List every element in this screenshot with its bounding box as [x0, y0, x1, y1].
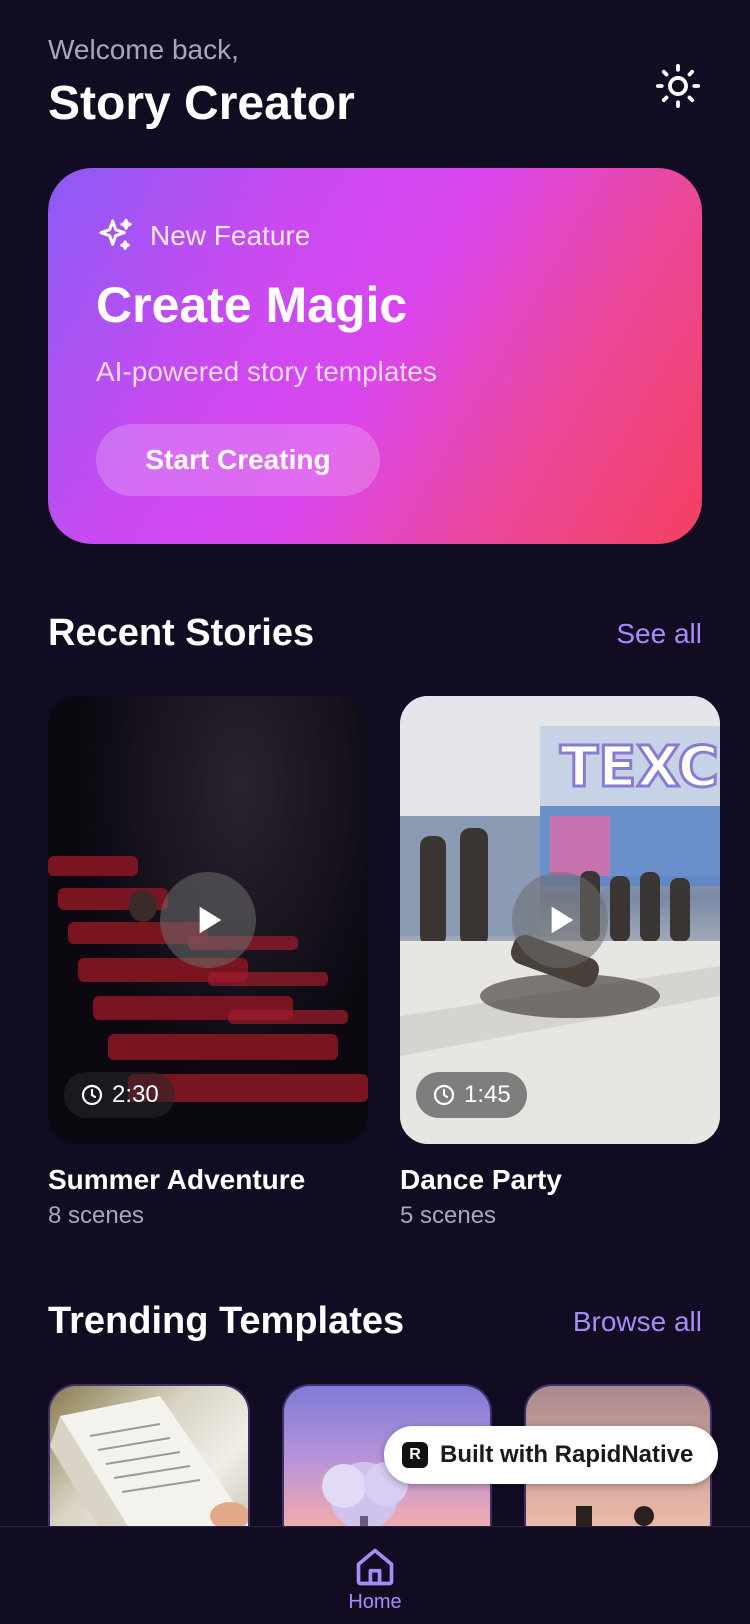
- clock-icon: [81, 1084, 103, 1106]
- browse-all-link[interactable]: Browse all: [573, 1306, 702, 1338]
- play-button[interactable]: [512, 872, 608, 968]
- page-title: Story Creator: [48, 77, 355, 130]
- rapidnative-logo-icon: R: [402, 1442, 428, 1468]
- theme-toggle-button[interactable]: [654, 62, 702, 110]
- play-button[interactable]: [160, 872, 256, 968]
- trending-templates-header: Trending Templates Browse all: [48, 1300, 702, 1343]
- welcome-text: Welcome back,: [48, 34, 239, 65]
- built-with-badge[interactable]: R Built with RapidNative: [384, 1426, 718, 1484]
- start-creating-button[interactable]: Start Creating: [96, 424, 380, 496]
- story-thumbnail: 2:30: [48, 696, 368, 1144]
- sun-icon: [655, 63, 701, 109]
- play-icon: [551, 906, 574, 934]
- duration-text: 1:45: [464, 1081, 511, 1108]
- story-thumbnail: TEXCP 1:45: [400, 696, 720, 1144]
- feature-badge: New Feature: [96, 216, 310, 256]
- sparkles-icon: [99, 218, 132, 250]
- duration-badge: 2:30: [64, 1072, 175, 1118]
- story-title: Dance Party: [400, 1164, 562, 1195]
- recent-stories-header: Recent Stories See all: [48, 612, 702, 655]
- banner-title: Create Magic: [96, 277, 408, 333]
- story-card[interactable]: 2:30 Summer Adventure 8 scenes: [48, 696, 368, 1230]
- bottom-tab-bar: Home: [0, 1526, 750, 1624]
- see-all-link[interactable]: See all: [616, 618, 702, 650]
- book-image: [50, 1396, 248, 1544]
- play-icon: [199, 906, 222, 934]
- duration-badge: 1:45: [416, 1072, 527, 1118]
- feature-banner: New Feature Create Magic AI-powered stor…: [48, 168, 702, 544]
- banner-subtitle: AI-powered story templates: [96, 356, 437, 387]
- tab-home-label: Home: [348, 1591, 402, 1613]
- story-scene-count: 5 scenes: [400, 1202, 497, 1229]
- svg-text:TEXCP: TEXCP: [560, 735, 720, 800]
- trending-templates-title: Trending Templates: [48, 1300, 405, 1342]
- story-card[interactable]: TEXCP 1:45 Dance Party 5 scenes: [400, 696, 720, 1230]
- home-icon: [356, 1548, 394, 1586]
- header: Welcome back, Story Creator: [48, 34, 702, 144]
- duration-text: 2:30: [112, 1081, 159, 1108]
- clock-icon: [433, 1084, 455, 1106]
- template-card[interactable]: [48, 1384, 250, 1544]
- story-scene-count: 8 scenes: [48, 1202, 145, 1229]
- tab-home[interactable]: Home: [345, 1545, 405, 1614]
- feature-badge-label: New Feature: [150, 220, 311, 251]
- story-title: Summer Adventure: [48, 1164, 306, 1195]
- recent-stories-title: Recent Stories: [48, 612, 315, 654]
- built-with-label: Built with RapidNative: [440, 1441, 694, 1468]
